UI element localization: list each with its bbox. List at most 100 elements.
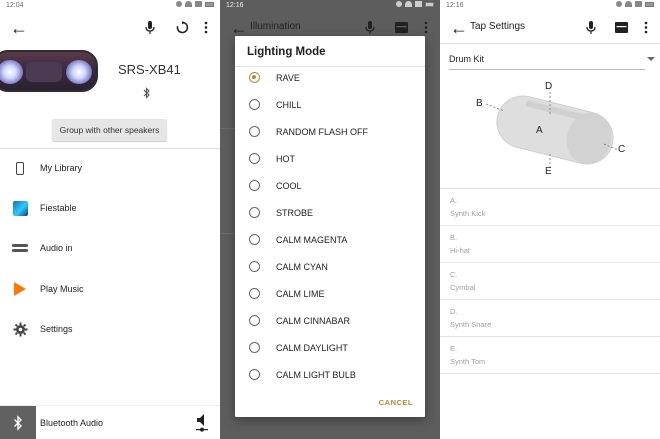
tap-assignment-row[interactable]: B. Hi-hat bbox=[440, 226, 660, 263]
option-label: STROBE bbox=[276, 207, 314, 218]
tap-assignment-row[interactable]: D. Synth Snare bbox=[440, 300, 660, 337]
lighting-mode-option[interactable]: CHILL bbox=[235, 91, 425, 118]
volume-icon[interactable] bbox=[196, 413, 208, 433]
lighting-mode-option[interactable]: STROBE bbox=[235, 199, 425, 226]
speaker-device-icon[interactable] bbox=[615, 22, 628, 33]
speaker-light-right bbox=[66, 60, 92, 84]
cancel-button[interactable]: CANCEL bbox=[379, 398, 413, 407]
option-label: RANDOM FLASH OFF bbox=[276, 126, 369, 137]
signal-icon bbox=[195, 1, 202, 7]
lighting-mode-option[interactable]: CALM DAYLIGHT bbox=[235, 334, 425, 361]
speaker-center-panel bbox=[26, 62, 62, 82]
radio-button[interactable] bbox=[249, 180, 260, 191]
top-toolbar: ← bbox=[0, 12, 220, 46]
menu-item-play-music[interactable]: Play Music bbox=[0, 269, 220, 309]
lighting-mode-option[interactable]: RAVE bbox=[235, 64, 425, 91]
radio-button[interactable] bbox=[249, 288, 260, 299]
back-arrow-icon[interactable]: ← bbox=[450, 19, 468, 37]
sound-name: Synth Kick bbox=[450, 209, 486, 218]
more-options-icon[interactable] bbox=[204, 21, 208, 34]
speaker-home-screen: 12:04 ← SRS-XB41 Group with other speake… bbox=[0, 0, 220, 439]
status-icons bbox=[396, 1, 434, 7]
menu-item-label: Fiestable bbox=[40, 203, 77, 213]
microphone-icon[interactable] bbox=[145, 21, 155, 35]
chevron-down-icon bbox=[647, 57, 655, 61]
diagram-label-c: C bbox=[618, 144, 626, 155]
radio-button[interactable] bbox=[249, 261, 260, 272]
fiestable-icon bbox=[12, 200, 28, 216]
microphone-icon[interactable] bbox=[365, 21, 375, 35]
more-options-icon[interactable] bbox=[424, 21, 428, 34]
radio-button[interactable] bbox=[249, 126, 260, 137]
audio-in-icon bbox=[12, 240, 28, 256]
bluetooth-audio-bar[interactable]: Bluetooth Audio bbox=[0, 405, 220, 439]
radio-button[interactable] bbox=[249, 99, 260, 110]
option-label: COOL bbox=[276, 180, 302, 191]
alarm-icon bbox=[176, 1, 182, 7]
phone-icon bbox=[12, 160, 28, 176]
sound-name: Synth Snare bbox=[450, 320, 492, 329]
option-label: CALM CINNABAR bbox=[276, 315, 351, 326]
refresh-icon[interactable] bbox=[176, 21, 189, 34]
lighting-mode-option[interactable]: CALM MAGENTA bbox=[235, 226, 425, 253]
microphone-icon[interactable] bbox=[586, 21, 596, 35]
sound-name: Synth Tom bbox=[450, 357, 486, 366]
option-label: RAVE bbox=[276, 72, 300, 83]
radio-button[interactable] bbox=[249, 342, 260, 353]
bluetooth-audio-label: Bluetooth Audio bbox=[40, 418, 104, 428]
sound-preset-dropdown[interactable]: Drum Kit bbox=[449, 52, 655, 70]
status-icons bbox=[176, 1, 214, 7]
zone-letter: D. bbox=[450, 307, 458, 316]
menu-item-settings[interactable]: Settings bbox=[0, 309, 220, 349]
battery-icon bbox=[645, 1, 654, 7]
radio-button[interactable] bbox=[249, 153, 260, 164]
divider bbox=[440, 43, 660, 44]
lighting-mode-option[interactable]: CALM CINNABAR bbox=[235, 307, 425, 334]
diagram-label-d: D bbox=[545, 81, 553, 92]
alarm-icon bbox=[616, 1, 622, 7]
speaker-device-icon[interactable] bbox=[395, 22, 408, 33]
status-icons bbox=[616, 1, 654, 7]
wifi-icon bbox=[405, 1, 412, 7]
tap-assignment-row[interactable]: E. Synth Tom bbox=[440, 337, 660, 374]
status-bar: 12:04 bbox=[0, 0, 220, 12]
speaker-image bbox=[0, 50, 98, 92]
lighting-mode-option[interactable]: CALM LIME bbox=[235, 280, 425, 307]
tap-assignment-row[interactable]: C. Cymbal bbox=[440, 263, 660, 300]
bluetooth-icon bbox=[143, 87, 151, 102]
radio-button[interactable] bbox=[249, 234, 260, 245]
radio-button[interactable] bbox=[249, 72, 260, 83]
diagram-label-b: B bbox=[476, 98, 483, 109]
tap-assignment-row[interactable]: A. Synth Kick bbox=[440, 189, 660, 226]
radio-button[interactable] bbox=[249, 207, 260, 218]
lighting-mode-option[interactable]: HOT bbox=[235, 145, 425, 172]
tap-zones-diagram bbox=[485, 92, 619, 168]
speaker-model-name: SRS-XB41 bbox=[118, 62, 181, 77]
lighting-mode-option[interactable]: CALM LIGHT BULB bbox=[235, 361, 425, 388]
radio-button[interactable] bbox=[249, 369, 260, 380]
lighting-mode-option[interactable]: CALM CYAN bbox=[235, 253, 425, 280]
bluetooth-icon bbox=[0, 406, 36, 439]
back-arrow-icon[interactable]: ← bbox=[10, 19, 28, 37]
wifi-icon bbox=[185, 1, 192, 7]
zone-letter: E. bbox=[450, 344, 458, 353]
lighting-mode-dialog: Lighting Mode RAVE CHILL RANDOM FLASH OFF H… bbox=[235, 36, 425, 417]
lighting-mode-option[interactable]: COOL bbox=[235, 172, 425, 199]
group-speakers-button[interactable]: Group with other speakers bbox=[52, 119, 167, 141]
more-options-icon[interactable] bbox=[644, 21, 648, 34]
play-music-icon bbox=[12, 281, 28, 297]
menu-item-fiestable[interactable]: Fiestable bbox=[0, 188, 220, 228]
zone-letter: A. bbox=[450, 196, 458, 205]
gear-icon bbox=[12, 321, 28, 337]
back-arrow-icon[interactable]: ← bbox=[230, 19, 248, 37]
radio-button[interactable] bbox=[249, 315, 260, 326]
lighting-mode-option[interactable]: RANDOM FLASH OFF bbox=[235, 118, 425, 145]
option-label: CALM DAYLIGHT bbox=[276, 342, 348, 353]
status-time: 12:04 bbox=[6, 2, 24, 9]
menu-item-label: Settings bbox=[40, 324, 73, 334]
wifi-icon bbox=[625, 1, 632, 7]
menu-item-audio-in[interactable]: Audio in bbox=[0, 228, 220, 268]
option-label: CALM MAGENTA bbox=[276, 234, 348, 245]
option-label: CALM LIME bbox=[276, 288, 325, 299]
menu-item-my-library[interactable]: My Library bbox=[0, 148, 220, 188]
